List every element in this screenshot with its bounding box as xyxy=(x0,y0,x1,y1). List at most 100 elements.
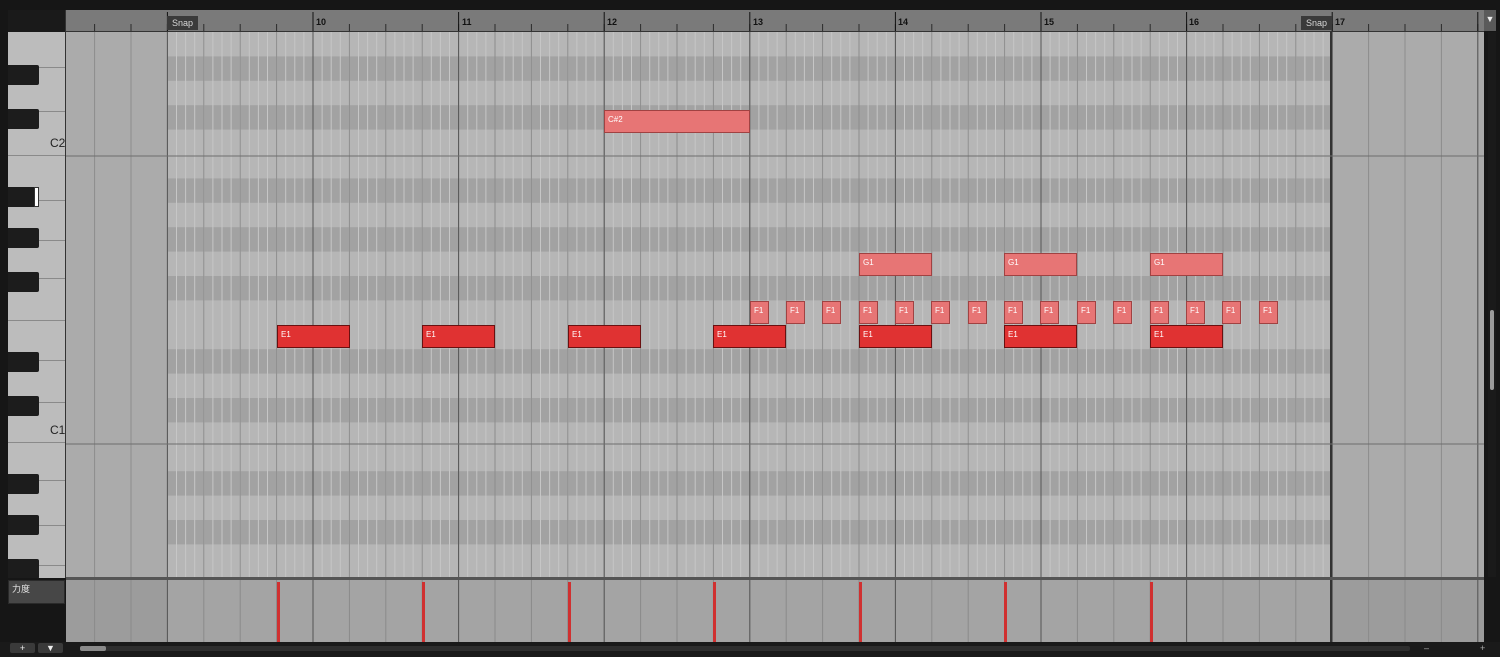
horizontal-scrollbar[interactable] xyxy=(80,646,1410,651)
note-grid[interactable]: C#2 G1 G1 G1 F1 F1 F1 F1 F1 F1 F1 F1 F1 … xyxy=(66,32,1484,577)
zoom-out-button[interactable]: – xyxy=(1424,643,1429,653)
note-label: F1 xyxy=(1117,306,1127,315)
note-label: F1 xyxy=(1154,306,1164,315)
midi-note[interactable]: E1 xyxy=(859,325,932,348)
note-label: E1 xyxy=(281,330,291,339)
out-of-range-left xyxy=(66,32,167,577)
velocity-out-left xyxy=(66,580,167,642)
black-key[interactable] xyxy=(8,272,39,292)
view-menu-button[interactable]: ▼ xyxy=(1484,10,1496,31)
note-label: F1 xyxy=(1081,306,1091,315)
midi-note[interactable]: F1 xyxy=(786,301,805,324)
black-key[interactable] xyxy=(8,228,39,248)
piano-roll-editor: C2 C1 Snap 10 11 12 13 14 15 16 Snap 17 … xyxy=(0,0,1500,657)
black-key-row xyxy=(167,56,1331,81)
midi-note[interactable]: F1 xyxy=(968,301,987,324)
note-label: G1 xyxy=(1008,258,1019,267)
black-key[interactable] xyxy=(8,65,39,85)
black-key-row xyxy=(167,349,1331,374)
note-label: E1 xyxy=(1008,330,1018,339)
add-lane-button[interactable]: + xyxy=(10,643,35,653)
black-key-row xyxy=(167,520,1331,545)
midi-note[interactable]: E1 xyxy=(1004,325,1077,348)
velocity-lane-label[interactable]: 力度 xyxy=(8,580,65,604)
octave-label-c2: C2 xyxy=(50,136,66,150)
note-label: F1 xyxy=(863,306,873,315)
note-label: E1 xyxy=(426,330,436,339)
snap-marker-left[interactable]: Snap xyxy=(167,16,199,30)
velocity-bar[interactable] xyxy=(859,582,862,642)
midi-note[interactable]: C#2 xyxy=(604,110,750,133)
key-highlight xyxy=(34,187,39,207)
midi-note[interactable]: F1 xyxy=(1077,301,1096,324)
note-label: F1 xyxy=(1263,306,1273,315)
key-separator xyxy=(8,320,65,321)
black-key-row xyxy=(167,398,1331,423)
bar-number-13: 13 xyxy=(753,17,764,27)
midi-note[interactable]: F1 xyxy=(1222,301,1241,324)
bar-number-12: 12 xyxy=(607,17,618,27)
velocity-bar[interactable] xyxy=(1150,582,1153,642)
note-label: F1 xyxy=(790,306,800,315)
bottom-toolbar: + ▼ – + xyxy=(0,642,1500,657)
timeline-ruler[interactable]: Snap 10 11 12 13 14 15 16 Snap 17 xyxy=(66,10,1484,32)
snap-marker-right[interactable]: Snap xyxy=(1301,16,1333,30)
black-key-row xyxy=(167,471,1331,496)
velocity-bar[interactable] xyxy=(1004,582,1007,642)
midi-note[interactable]: F1 xyxy=(895,301,914,324)
velocity-bar[interactable] xyxy=(422,582,425,642)
velocity-bar[interactable] xyxy=(713,582,716,642)
midi-note[interactable]: F1 xyxy=(1186,301,1205,324)
black-key[interactable] xyxy=(8,559,39,578)
note-label: F1 xyxy=(899,306,909,315)
midi-note[interactable]: F1 xyxy=(1150,301,1169,324)
octave-label-c1: C1 xyxy=(50,423,66,437)
horizontal-scroll-thumb[interactable] xyxy=(80,646,106,651)
piano-keyboard[interactable]: C2 C1 xyxy=(8,10,66,578)
black-key[interactable] xyxy=(8,474,39,494)
black-key[interactable] xyxy=(8,396,39,416)
note-label: E1 xyxy=(863,330,873,339)
midi-note[interactable]: G1 xyxy=(1004,253,1077,276)
black-key[interactable] xyxy=(8,515,39,535)
note-label: G1 xyxy=(1154,258,1165,267)
note-label: F1 xyxy=(1226,306,1236,315)
midi-note[interactable]: F1 xyxy=(1259,301,1278,324)
midi-note[interactable]: F1 xyxy=(822,301,841,324)
lane-menu-button[interactable]: ▼ xyxy=(38,643,63,653)
velocity-bar[interactable] xyxy=(277,582,280,642)
ruler-ticks xyxy=(94,12,1479,31)
black-key-row xyxy=(167,227,1331,252)
bar-number-10: 10 xyxy=(316,17,327,27)
midi-note[interactable]: F1 xyxy=(859,301,878,324)
midi-note[interactable]: E1 xyxy=(277,325,350,348)
note-label: F1 xyxy=(826,306,836,315)
note-label: F1 xyxy=(754,306,764,315)
midi-note[interactable]: F1 xyxy=(750,301,769,324)
vertical-scroll-thumb[interactable] xyxy=(1490,310,1494,390)
midi-note[interactable]: E1 xyxy=(713,325,786,348)
midi-note[interactable]: F1 xyxy=(1004,301,1023,324)
black-key[interactable] xyxy=(8,352,39,372)
note-label: E1 xyxy=(717,330,727,339)
velocity-bar[interactable] xyxy=(568,582,571,642)
black-key[interactable] xyxy=(8,109,39,129)
midi-note[interactable]: F1 xyxy=(931,301,950,324)
midi-note[interactable]: G1 xyxy=(859,253,932,276)
midi-note[interactable]: E1 xyxy=(422,325,495,348)
zoom-in-button[interactable]: + xyxy=(1480,643,1485,653)
velocity-lane[interactable] xyxy=(66,580,1484,642)
bar-number-16: 16 xyxy=(1189,17,1200,27)
vertical-scrollbar[interactable] xyxy=(1488,32,1496,577)
note-label: F1 xyxy=(1044,306,1054,315)
midi-note[interactable]: F1 xyxy=(1040,301,1059,324)
note-label: G1 xyxy=(863,258,874,267)
midi-note[interactable]: E1 xyxy=(568,325,641,348)
note-label: F1 xyxy=(935,306,945,315)
bar-number-11: 11 xyxy=(462,17,472,27)
midi-note[interactable]: F1 xyxy=(1113,301,1132,324)
midi-note[interactable]: E1 xyxy=(1150,325,1223,348)
out-of-range-right xyxy=(1331,32,1484,577)
midi-note[interactable]: G1 xyxy=(1150,253,1223,276)
bar-number-17: 17 xyxy=(1335,17,1346,27)
